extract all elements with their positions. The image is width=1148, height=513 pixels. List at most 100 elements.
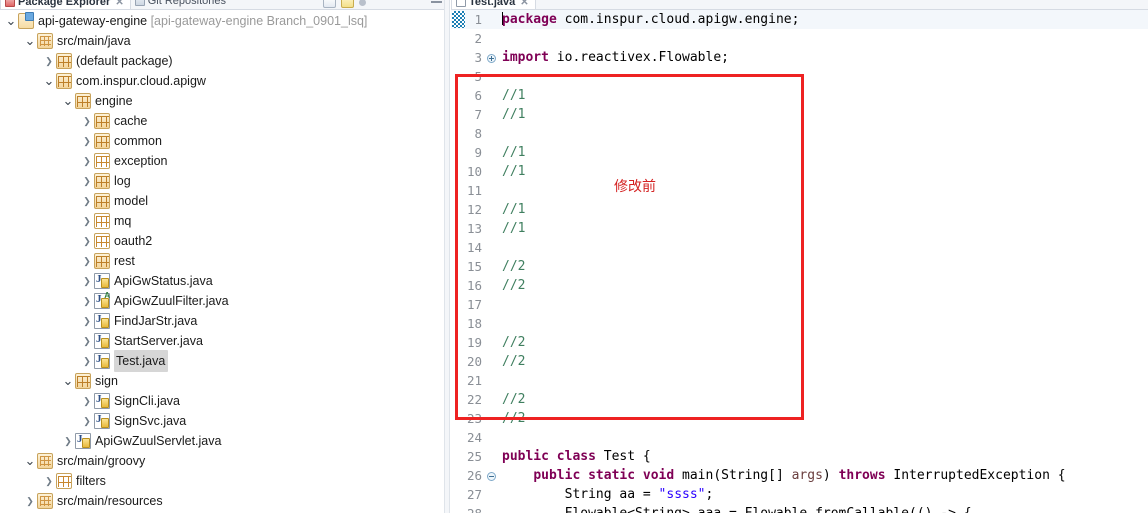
tree-item-exception[interactable]: ❯ exception	[0, 151, 444, 171]
tree-item-com-inspur-cloud-apigw[interactable]: ⌄ com.inspur.cloud.apigw	[0, 71, 444, 91]
chevron-right-icon[interactable]: ❯	[80, 111, 94, 131]
code-line[interactable]: 25 public class Test {	[451, 447, 1148, 466]
code-line[interactable]: 20 //2	[451, 352, 1148, 371]
tab-git-repositories[interactable]: Git Repositories	[131, 0, 232, 9]
code-line[interactable]: 1 package com.inspur.cloud.apigw.engine;	[451, 10, 1148, 29]
tree-item-oauth2[interactable]: ❯ oauth2	[0, 231, 444, 251]
code-line[interactable]: 3 import io.reactivex.Flowable;	[451, 48, 1148, 67]
chevron-down-icon[interactable]: ⌄	[23, 454, 37, 467]
chevron-down-icon[interactable]: ⌄	[61, 94, 75, 107]
code-line[interactable]: 26 public static void main(String[] args…	[451, 466, 1148, 485]
tree-item-cache[interactable]: ❯ cache	[0, 111, 444, 131]
panel-splitter[interactable]	[444, 0, 450, 513]
tree-item-common[interactable]: ❯ common	[0, 131, 444, 151]
tree-item-startserver-java[interactable]: ❯ StartServer.java	[0, 331, 444, 351]
chevron-right-icon[interactable]: ❯	[80, 211, 94, 231]
tree-item-test-java[interactable]: ❯ Test.java	[0, 350, 444, 372]
code-line[interactable]: 18	[451, 314, 1148, 333]
tree-item-findjarstr-java[interactable]: ❯ FindJarStr.java	[0, 311, 444, 331]
tree-item-api-gateway-engine[interactable]: ⌄ api-gateway-engine [api-gateway-engine …	[0, 11, 444, 31]
chevron-down-icon[interactable]: ⌄	[4, 14, 18, 27]
tree-item-src-main-groovy[interactable]: ⌄ src/main/groovy	[0, 451, 444, 471]
tree-item-model[interactable]: ❯ model	[0, 191, 444, 211]
collapse-all-icon[interactable]	[323, 0, 336, 8]
chevron-right-icon[interactable]: ❯	[42, 51, 56, 71]
chevron-right-icon[interactable]: ❯	[80, 331, 94, 351]
code-text: //2	[497, 392, 1148, 407]
chevron-right-icon[interactable]: ❯	[42, 471, 56, 491]
code-line[interactable]: 12 //1	[451, 200, 1148, 219]
tree-item-apigwstatus-java[interactable]: ❯ ApiGwStatus.java	[0, 271, 444, 291]
project-tree[interactable]: ⌄ api-gateway-engine [api-gateway-engine …	[0, 11, 444, 513]
code-line[interactable]: 23 //2	[451, 409, 1148, 428]
tree-item-rest[interactable]: ❯ rest	[0, 251, 444, 271]
line-number: 27	[466, 487, 482, 502]
code-line[interactable]: 28 Flowable<String> aaa = Flowable.fromC…	[451, 504, 1148, 513]
tree-item-label: model	[114, 194, 149, 208]
fold-expand-icon[interactable]	[485, 48, 497, 67]
code-line[interactable]: 5	[451, 67, 1148, 86]
tab-package-explorer[interactable]: Package Explorer ✕	[0, 0, 131, 9]
tree-item-label: api-gateway-engine [api-gateway-engine B…	[38, 14, 368, 28]
tree-item-default-package[interactable]: ❯ (default package)	[0, 51, 444, 71]
code-line[interactable]: 15 //2	[451, 257, 1148, 276]
tree-item-apigwzuulservlet-java[interactable]: ❯ ApiGwZuulServlet.java	[0, 431, 444, 451]
code-line[interactable]: 21	[451, 371, 1148, 390]
tree-item-src-main-java[interactable]: ⌄ src/main/java	[0, 31, 444, 51]
tree-item-engine[interactable]: ⌄ engine	[0, 91, 444, 111]
code-line[interactable]: 2	[451, 29, 1148, 48]
chevron-right-icon[interactable]: ❯	[80, 151, 94, 171]
chevron-right-icon[interactable]: ❯	[80, 291, 94, 311]
code-line[interactable]: 24	[451, 428, 1148, 447]
minimize-view-icon[interactable]	[431, 1, 442, 3]
code-line[interactable]: 11	[451, 181, 1148, 200]
chevron-right-icon[interactable]: ❯	[61, 431, 75, 451]
tree-item-filters[interactable]: ❯ filters	[0, 471, 444, 491]
package-icon	[94, 113, 110, 129]
chevron-down-icon[interactable]: ⌄	[23, 34, 37, 47]
tree-item-signsvc-java[interactable]: ❯ SignSvc.java	[0, 411, 444, 431]
link-with-editor-icon[interactable]	[341, 0, 354, 8]
code-line[interactable]: 14	[451, 238, 1148, 257]
code-line[interactable]: 9 //1	[451, 143, 1148, 162]
chevron-down-icon[interactable]: ⌄	[42, 74, 56, 87]
chevron-right-icon[interactable]: ❯	[80, 351, 94, 371]
code-line[interactable]: 7 //1	[451, 105, 1148, 124]
tree-item-sign[interactable]: ⌄ sign	[0, 371, 444, 391]
code-line[interactable]: 10 //1	[451, 162, 1148, 181]
chevron-right-icon[interactable]: ❯	[80, 171, 94, 191]
code-line[interactable]: 13 //1	[451, 219, 1148, 238]
code-line[interactable]: 16 //2	[451, 276, 1148, 295]
code-line[interactable]: 17	[451, 295, 1148, 314]
code-line[interactable]: 6 //1	[451, 86, 1148, 105]
close-icon[interactable]: ✕	[520, 0, 528, 8]
code-content[interactable]: 1 package com.inspur.cloud.apigw.engine; 2…	[451, 10, 1148, 513]
chevron-right-icon[interactable]: ❯	[23, 491, 37, 511]
tree-item-label: common	[114, 134, 162, 148]
chevron-right-icon[interactable]: ❯	[80, 411, 94, 431]
code-line[interactable]: 19 //2	[451, 333, 1148, 352]
view-menu-icon[interactable]	[359, 0, 366, 6]
package-icon	[94, 133, 110, 149]
tab-test-java[interactable]: Test.java ✕	[451, 0, 536, 9]
chevron-right-icon[interactable]: ❯	[80, 311, 94, 331]
chevron-right-icon[interactable]: ❯	[80, 231, 94, 251]
tree-item-log[interactable]: ❯ log	[0, 171, 444, 191]
tree-item-apigwzuulfilter-java[interactable]: ❯ A ApiGwZuulFilter.java	[0, 291, 444, 311]
line-number: 6	[474, 88, 482, 103]
chevron-right-icon[interactable]: ❯	[80, 131, 94, 151]
code-line[interactable]: 27 String aa = "ssss";	[451, 485, 1148, 504]
tree-item-signcli-java[interactable]: ❯ SignCli.java	[0, 391, 444, 411]
chevron-right-icon[interactable]: ❯	[80, 271, 94, 291]
chevron-down-icon[interactable]: ⌄	[61, 374, 75, 387]
tree-item-src-main-resources[interactable]: ❯ src/main/resources	[0, 491, 444, 511]
chevron-right-icon[interactable]: ❯	[80, 251, 94, 271]
chevron-right-icon[interactable]: ❯	[80, 391, 94, 411]
code-line[interactable]: 22 //2	[451, 390, 1148, 409]
chevron-right-icon[interactable]: ❯	[80, 191, 94, 211]
tree-item-mq[interactable]: ❯ mq	[0, 211, 444, 231]
package-icon	[94, 253, 110, 269]
fold-collapse-icon[interactable]	[485, 466, 497, 485]
close-icon[interactable]: ✕	[115, 0, 123, 8]
code-line[interactable]: 8	[451, 124, 1148, 143]
